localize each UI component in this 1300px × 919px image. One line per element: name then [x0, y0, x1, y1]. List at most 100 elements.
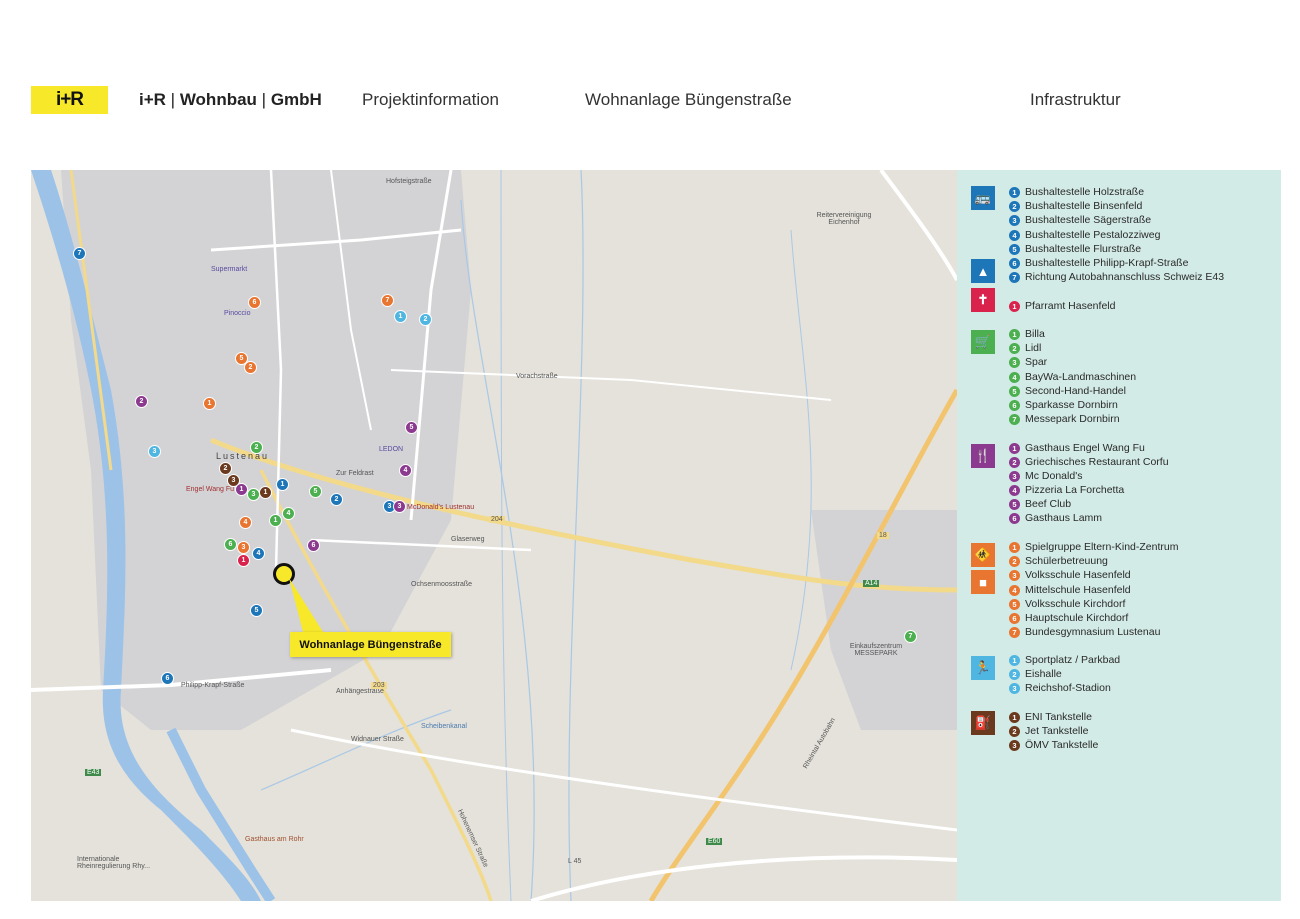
- poi-pin-school[interactable]: 6: [248, 296, 261, 309]
- road-number-label: E60: [706, 838, 723, 845]
- poi-pin-bus[interactable]: 1: [276, 478, 289, 491]
- motorway-icon: ▲: [971, 259, 995, 283]
- legend-item: 2 Griechisches Restaurant Corfu: [1009, 455, 1169, 469]
- legend-item: 2 Jet Tankstelle: [1009, 724, 1088, 738]
- legend-item: 5 Bushaltestelle Flurstraße: [1009, 242, 1141, 256]
- poi-pin-fuel[interactable]: 2: [219, 462, 232, 475]
- poi-pin-shop[interactable]: 4: [282, 507, 295, 520]
- poi-pin-sport[interactable]: 3: [148, 445, 161, 458]
- poi-pin-school[interactable]: 1: [203, 397, 216, 410]
- map-label-engel-wang-fu: Engel Wang Fu: [186, 486, 234, 493]
- map-label-rheinregulierung: Internationale Rheinregulierung Rhy...: [77, 856, 151, 870]
- legend-item: 4 Mittelschule Hasenfeld: [1009, 583, 1131, 597]
- nav-property[interactable]: Wohnanlage Büngenstraße: [585, 90, 792, 110]
- map-label-messepark: Einkaufszentrum MESSEPARK: [849, 643, 903, 657]
- property-location-marker[interactable]: [273, 563, 295, 585]
- company-logo[interactable]: i+R: [31, 86, 108, 114]
- road-label: Philipp-Krapf-Straße: [181, 682, 245, 689]
- poi-pin-bus[interactable]: 4: [252, 547, 265, 560]
- nav-project-info[interactable]: Projektinformation: [362, 90, 499, 110]
- poi-pin-food[interactable]: 3: [393, 500, 406, 513]
- poi-pin-sport[interactable]: 2: [419, 313, 432, 326]
- company-name-part2: Wohnbau: [179, 90, 257, 109]
- poi-pin-school[interactable]: 7: [381, 294, 394, 307]
- legend-item: 7 Messepark Dornbirn: [1009, 412, 1120, 426]
- poi-pin-shop[interactable]: 3: [247, 488, 260, 501]
- legend-item: 2 Schülerbetreuung: [1009, 554, 1108, 568]
- legend-item: 4 BayWa-Landmaschinen: [1009, 370, 1136, 384]
- road-label: Scheibenkanal: [421, 723, 467, 730]
- legend-item: 1 ENI Tankstelle: [1009, 710, 1092, 724]
- poi-pin-fuel[interactable]: 3: [227, 474, 240, 487]
- road-number-label: 204: [489, 516, 505, 523]
- company-separator: |: [165, 90, 180, 109]
- poi-pin-food[interactable]: 4: [399, 464, 412, 477]
- legend-item: 7 Bundesgymnasium Lustenau: [1009, 625, 1160, 639]
- company-name-part1: i+R: [139, 90, 166, 109]
- legend-item: 1 Billa: [1009, 327, 1045, 341]
- poi-pin-school[interactable]: 3: [237, 541, 250, 554]
- poi-pin-sport[interactable]: 1: [394, 310, 407, 323]
- poi-pin-bus[interactable]: 6: [161, 672, 174, 685]
- poi-pin-shop[interactable]: 5: [309, 485, 322, 498]
- school-bus-icon: ■: [971, 570, 995, 594]
- poi-pin-food[interactable]: 2: [135, 395, 148, 408]
- legend-item: 4 Pizzeria La Forchetta: [1009, 483, 1124, 497]
- nav-infrastructure[interactable]: Infrastruktur: [1030, 90, 1121, 110]
- legend-item: 3 Mc Donald's: [1009, 469, 1082, 483]
- legend-item: 1 Spielgruppe Eltern-Kind-Zentrum: [1009, 540, 1179, 554]
- poi-pin-food[interactable]: 5: [405, 421, 418, 434]
- restaurant-icon: 🍴: [971, 444, 995, 468]
- map-label-gasthaus-am-rohr: Gasthaus am Rohr: [245, 836, 304, 843]
- legend-item: 5 Beef Club: [1009, 497, 1071, 511]
- fuel-icon: ⛽: [971, 711, 995, 735]
- road-label: Hofsteigstraße: [386, 178, 432, 185]
- poi-pin-bus[interactable]: 5: [250, 604, 263, 617]
- road-label: Glaserweg: [451, 536, 485, 543]
- legend-item: 4 Bushaltestelle Pestalozziweg: [1009, 228, 1160, 242]
- road-label: Widnauer Straße: [351, 736, 404, 743]
- poi-pin-shop[interactable]: 2: [250, 441, 263, 454]
- page-header: i+R i+R | Wohnbau | GmbH Projektinformat…: [0, 0, 1300, 170]
- road-label: L 45: [568, 858, 582, 865]
- poi-pin-church[interactable]: 1: [237, 554, 250, 567]
- map-label-supermarkt: Supermarkt: [211, 266, 248, 273]
- road-label: Zur Feldrast: [336, 470, 374, 477]
- map-canvas: [31, 170, 957, 901]
- legend-item: 1 Pfarramt Hasenfeld: [1009, 299, 1115, 313]
- legend-item: 3 Reichshof-Stadion: [1009, 681, 1111, 695]
- poi-pin-fuel[interactable]: 1: [259, 486, 272, 499]
- poi-pin-school[interactable]: 4: [239, 516, 252, 529]
- legend-panel: 🚌 ▲ 1 Bushaltestelle Holzstraße 2 Bushalte…: [957, 170, 1281, 901]
- poi-pin-food[interactable]: 6: [307, 539, 320, 552]
- bus-icon: 🚌: [971, 186, 995, 210]
- shopping-cart-icon: 🛒: [971, 330, 995, 354]
- map-label-reitervereinigung: Reitervereinigung Eichenhof: [816, 212, 872, 226]
- legend-item: 7 Richtung Autobahnanschluss Schweiz E43: [1009, 270, 1224, 284]
- logo-text: i+R: [55, 89, 84, 110]
- poi-pin-bus[interactable]: 7: [73, 247, 86, 260]
- road-label: Anhängestraße: [336, 688, 384, 695]
- legend-item: 6 Gasthaus Lamm: [1009, 511, 1102, 525]
- school-icon: 🚸: [971, 543, 995, 567]
- poi-pin-shop[interactable]: 6: [224, 538, 237, 551]
- poi-pin-school[interactable]: 5: [235, 352, 248, 365]
- property-callout[interactable]: Wohnanlage Büngenstraße: [290, 632, 451, 657]
- legend-item: 3 Volksschule Hasenfeld: [1009, 568, 1131, 582]
- poi-pin-shop[interactable]: 7: [904, 630, 917, 643]
- legend-item: 3 ÖMV Tankstelle: [1009, 738, 1098, 752]
- legend-item: 2 Eishalle: [1009, 667, 1062, 681]
- company-separator: |: [256, 90, 271, 109]
- map-area[interactable]: Lustenau Supermarkt Pinoccio LEDON Engel…: [31, 170, 957, 901]
- legend-item: 3 Bushaltestelle Sägerstraße: [1009, 213, 1151, 227]
- map-label-pinoccio: Pinoccio: [224, 310, 251, 317]
- road-number-label: 203: [371, 682, 387, 689]
- poi-pin-bus[interactable]: 2: [330, 493, 343, 506]
- church-icon: ✝: [971, 288, 995, 312]
- map-label-mcdonalds: McDonald's Lustenau: [407, 504, 475, 511]
- company-name-part3: GmbH: [270, 90, 322, 109]
- poi-pin-shop[interactable]: 1: [269, 514, 282, 527]
- legend-item: 5 Second-Hand-Handel: [1009, 384, 1126, 398]
- legend-item: 1 Bushaltestelle Holzstraße: [1009, 185, 1144, 199]
- legend-item: 6 Hauptschule Kirchdorf: [1009, 611, 1128, 625]
